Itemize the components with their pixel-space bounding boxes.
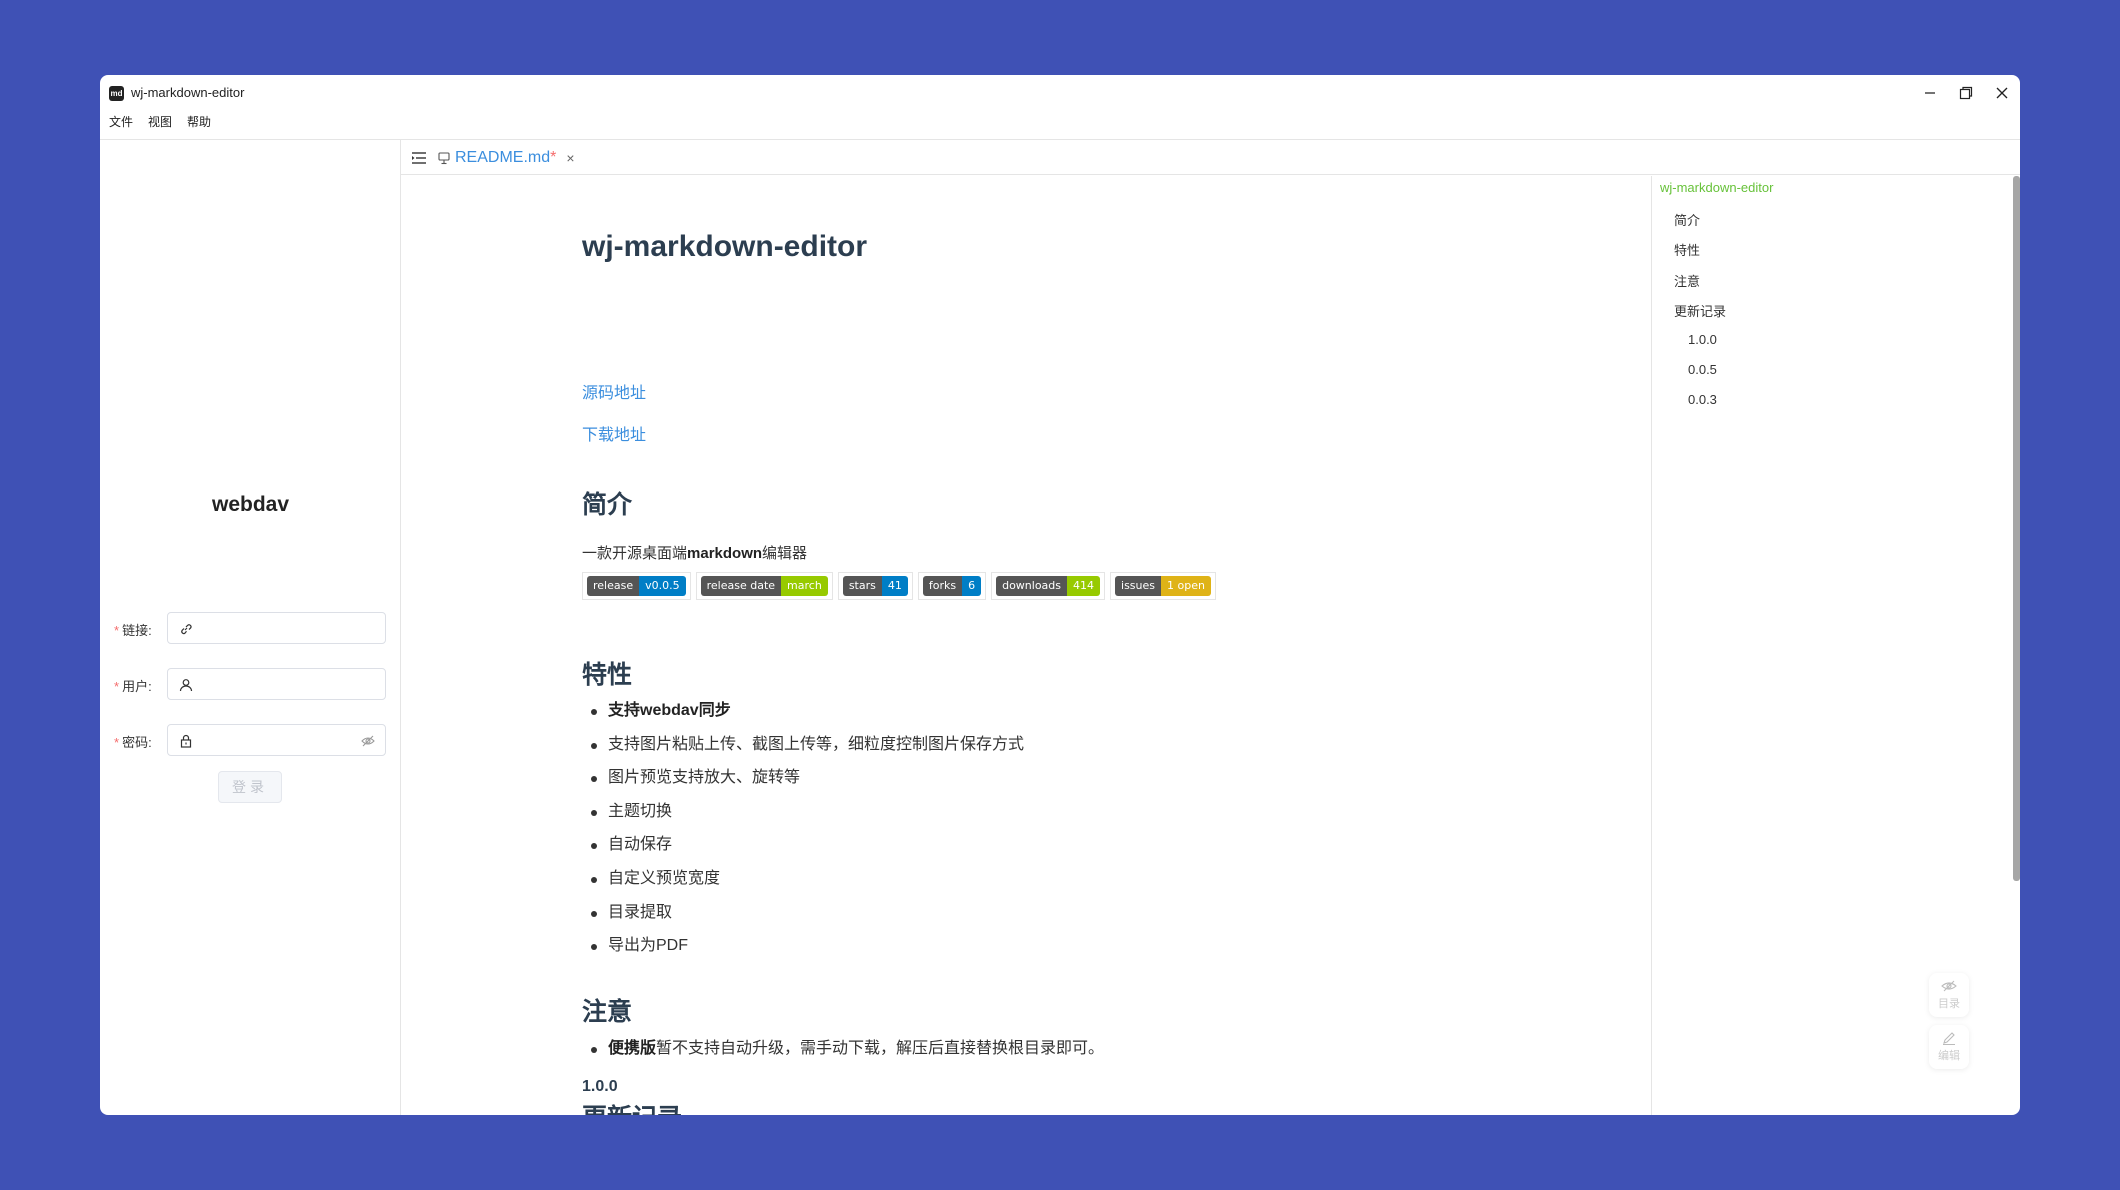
eye-off-icon[interactable] <box>361 734 375 748</box>
doc-title: wj-markdown-editor <box>582 230 868 263</box>
badge-row: release v0.0.5 release date march stars 41 … <box>582 572 1221 600</box>
menu-file[interactable]: 文件 <box>109 111 133 137</box>
tab-bar: README.md * × <box>401 139 2020 175</box>
markdown-preview: wj-markdown-editor 源码地址 下载地址 简介 一款开源桌面端m… <box>401 176 1651 1115</box>
minimize-icon <box>1925 92 1935 94</box>
restore-icon <box>1959 86 1973 100</box>
restore-button[interactable] <box>1948 75 1984 111</box>
menu-bar: 文件 视图 帮助 <box>100 111 226 137</box>
lock-icon <box>180 734 192 748</box>
webdav-title: webdav <box>211 493 290 516</box>
webdav-sidebar: webdav * 链接: * 用户: * 密码: 登录 <box>100 139 401 1115</box>
outline-item-v005[interactable]: 0.0.5 <box>1688 362 1717 377</box>
changelog-heading: 更新记录 <box>582 1098 682 1115</box>
user-icon <box>179 679 193 692</box>
outline-toggle-icon[interactable] <box>411 150 427 166</box>
badge-release-date[interactable]: release date march <box>695 572 833 600</box>
window-controls <box>1912 75 2020 111</box>
password-label: * 密码: <box>114 735 152 750</box>
badge-stars[interactable]: stars 41 <box>837 572 913 600</box>
list-item: 自动保存 <box>582 833 1024 867</box>
badge-forks[interactable]: forks 6 <box>917 572 987 600</box>
menu-help[interactable]: 帮助 <box>187 111 211 137</box>
edit-button-label: 编辑 <box>1938 1050 1960 1062</box>
list-item: 支持webdav同步 <box>582 699 1024 733</box>
outline-panel: wj-markdown-editor 简介 特性 注意 更新记录 1.0.0 0… <box>1651 176 2020 1115</box>
tab-unsaved-marker: * <box>550 149 557 166</box>
list-item: 导出为PDF <box>582 934 1024 968</box>
link-input[interactable] <box>200 617 350 639</box>
source-link[interactable]: 源码地址 <box>582 379 646 403</box>
edit-button[interactable]: 编辑 <box>1929 1025 1969 1069</box>
badge-release[interactable]: release v0.0.5 <box>582 572 691 600</box>
badge-issues[interactable]: issues 1 open <box>1110 572 1216 600</box>
toggle-toc-button[interactable]: 目录 <box>1929 973 1969 1017</box>
pencil-icon <box>1943 1032 1955 1045</box>
login-button[interactable]: 登录 <box>218 771 282 803</box>
changelog-version: 1.0.0 <box>582 1078 618 1095</box>
link-row: * 链接: <box>114 612 386 644</box>
notes-list: 便携版暂不支持自动升级，需手动下载，解压后直接替换根目录即可。 <box>582 1037 1104 1071</box>
features-heading: 特性 <box>582 661 633 689</box>
list-item: 主题切换 <box>582 800 1024 834</box>
download-link[interactable]: 下载地址 <box>582 421 646 445</box>
toc-button-label: 目录 <box>1938 998 1960 1010</box>
minimize-button[interactable] <box>1912 75 1948 111</box>
user-field[interactable] <box>167 668 386 700</box>
close-window-button[interactable] <box>1984 75 2020 111</box>
intro-heading: 简介 <box>582 491 633 519</box>
link-label: * 链接: <box>114 623 152 638</box>
list-item: 自定义预览宽度 <box>582 867 1024 901</box>
password-input[interactable] <box>200 729 350 751</box>
outline-item-v100[interactable]: 1.0.0 <box>1688 332 1717 347</box>
password-field[interactable] <box>167 724 386 756</box>
close-icon <box>1996 87 2008 99</box>
title-bar: md wj-markdown-editor <box>100 75 2020 111</box>
menu-view[interactable]: 视图 <box>148 111 172 137</box>
outline-item-v003[interactable]: 0.0.3 <box>1688 392 1717 407</box>
window-title: wj-markdown-editor <box>131 85 245 100</box>
list-item: 目录提取 <box>582 901 1024 935</box>
outline-item-notes[interactable]: 注意 <box>1674 271 1700 290</box>
intro-text: 一款开源桌面端markdown编辑器 <box>582 545 808 562</box>
tab-label: README.md <box>455 149 551 166</box>
list-item: 支持图片粘贴上传、截图上传等，细粒度控制图片保存方式 <box>582 733 1024 767</box>
file-icon <box>438 152 450 165</box>
list-item: 图片预览支持放大、旋转等 <box>582 766 1024 800</box>
tab-close-button[interactable]: × <box>566 150 574 166</box>
features-list: 支持webdav同步 支持图片粘贴上传、截图上传等，细粒度控制图片保存方式 图片… <box>582 699 1024 968</box>
eye-off-icon <box>1941 980 1957 992</box>
outline-item-intro[interactable]: 简介 <box>1674 210 1700 229</box>
user-input[interactable] <box>200 673 350 695</box>
password-row: * 密码: <box>114 724 386 756</box>
app-window: md wj-markdown-editor 文件 视图 帮助 webdav * 链… <box>100 75 2020 1115</box>
outline-item-root[interactable]: wj-markdown-editor <box>1660 180 1773 195</box>
outline-item-features[interactable]: 特性 <box>1674 240 1700 259</box>
app-logo-icon: md <box>109 86 124 101</box>
link-field[interactable] <box>167 612 386 644</box>
link-icon <box>181 624 192 635</box>
outline-item-changelog[interactable]: 更新记录 <box>1674 301 1726 320</box>
user-row: * 用户: <box>114 668 386 700</box>
notes-heading: 注意 <box>582 998 633 1026</box>
user-label: * 用户: <box>114 679 152 694</box>
tab-readme[interactable]: README.md * × <box>437 147 575 169</box>
badge-downloads[interactable]: downloads 414 <box>991 572 1106 600</box>
list-item: 便携版暂不支持自动升级，需手动下载，解压后直接替换根目录即可。 <box>582 1037 1104 1071</box>
vertical-scrollbar[interactable] <box>2013 176 2020 881</box>
